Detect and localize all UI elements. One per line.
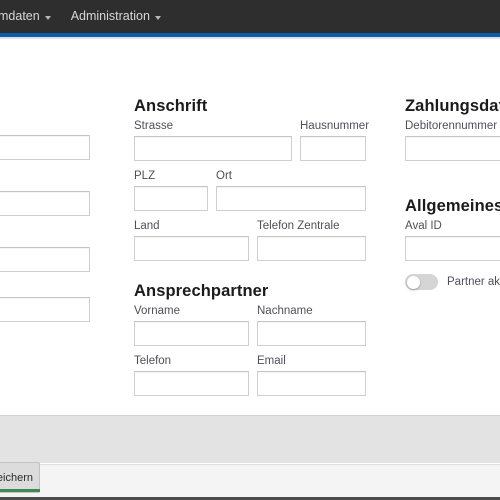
- label-ort: Ort: [216, 170, 232, 182]
- browser-download-shelf: [0, 464, 500, 497]
- field-group-nachname: Nachname: [257, 305, 366, 346]
- label-telefon: Telefon: [134, 355, 172, 367]
- input-telefon[interactable]: [134, 371, 249, 396]
- field-group-plz: PLZ: [134, 170, 208, 211]
- label-plz: PLZ: [134, 170, 156, 182]
- label-aval-id: Aval ID: [405, 220, 442, 232]
- label-telefon-zentrale: Telefon Zentrale: [257, 220, 340, 232]
- input-nachname[interactable]: [257, 321, 366, 346]
- toggle-knob-icon: [406, 275, 420, 289]
- field-group-hausnummer: Hausnummer: [300, 120, 370, 161]
- input-email[interactable]: [257, 371, 366, 396]
- section-title-anschrift: Anschrift: [134, 97, 208, 115]
- field-group-telefon-zentrale: Telefon Zentrale: [257, 220, 366, 261]
- download-item-label: peichern: [0, 471, 33, 484]
- field-group-land: Land: [134, 220, 249, 261]
- input-strasse[interactable]: [134, 136, 292, 161]
- input-ort[interactable]: [216, 186, 366, 211]
- field-group-vorname: Vorname: [134, 305, 249, 346]
- field-group-strasse: Strasse: [134, 120, 292, 161]
- section-title-allgemeines: Allgemeines: [405, 197, 500, 215]
- label-hausnummer: Hausnummer: [300, 120, 370, 132]
- nav-item-administration[interactable]: Administration: [61, 0, 171, 33]
- left-field-2[interactable]: [0, 191, 90, 216]
- input-debitorennummer[interactable]: [405, 136, 500, 161]
- input-aval-id[interactable]: [405, 236, 500, 261]
- input-vorname[interactable]: [134, 321, 249, 346]
- download-progress-bar: [0, 489, 40, 492]
- chevron-down-icon: [154, 15, 161, 20]
- label-email: Email: [257, 355, 286, 367]
- label-strasse: Strasse: [134, 120, 173, 132]
- field-group-ort: Ort: [216, 170, 366, 211]
- left-field-3[interactable]: [0, 247, 90, 272]
- chevron-down-icon: [44, 15, 51, 20]
- toggle-label-partner-aktiv: Partner aktiv: [447, 276, 500, 288]
- input-plz[interactable]: [134, 186, 208, 211]
- form-footer-band: [0, 415, 500, 463]
- label-debitorennummer: Debitorennummer: [405, 120, 498, 132]
- input-telefon-zentrale[interactable]: [257, 236, 366, 261]
- section-title-ansprechpartner: Ansprechpartner: [134, 282, 269, 300]
- input-hausnummer[interactable]: [300, 136, 366, 161]
- left-field-4[interactable]: [0, 297, 90, 322]
- nav-item-label: mdaten: [0, 9, 40, 24]
- label-land: Land: [134, 220, 160, 232]
- form-content-area: Anschrift Strasse Hausnummer PLZ Ort Lan…: [0, 39, 500, 415]
- label-nachname: Nachname: [257, 305, 313, 317]
- nav-item-label: Administration: [70, 9, 150, 24]
- toggle-row-partner-aktiv: Partner aktiv: [405, 274, 500, 290]
- main-navbar: mdaten Administration: [0, 0, 500, 33]
- toggle-partner-aktiv[interactable]: [405, 274, 438, 290]
- field-group-debitorennummer: Debitorennummer: [405, 120, 500, 161]
- field-group-email: Email: [257, 355, 366, 396]
- section-title-zahlungsdaten: Zahlungsdaten: [405, 97, 500, 115]
- label-vorname: Vorname: [134, 305, 181, 317]
- nav-item-stammdaten[interactable]: mdaten: [0, 0, 61, 33]
- input-land[interactable]: [134, 236, 249, 261]
- field-group-telefon: Telefon: [134, 355, 249, 396]
- field-group-aval-id: Aval ID: [405, 220, 500, 261]
- left-field-1[interactable]: [0, 135, 90, 160]
